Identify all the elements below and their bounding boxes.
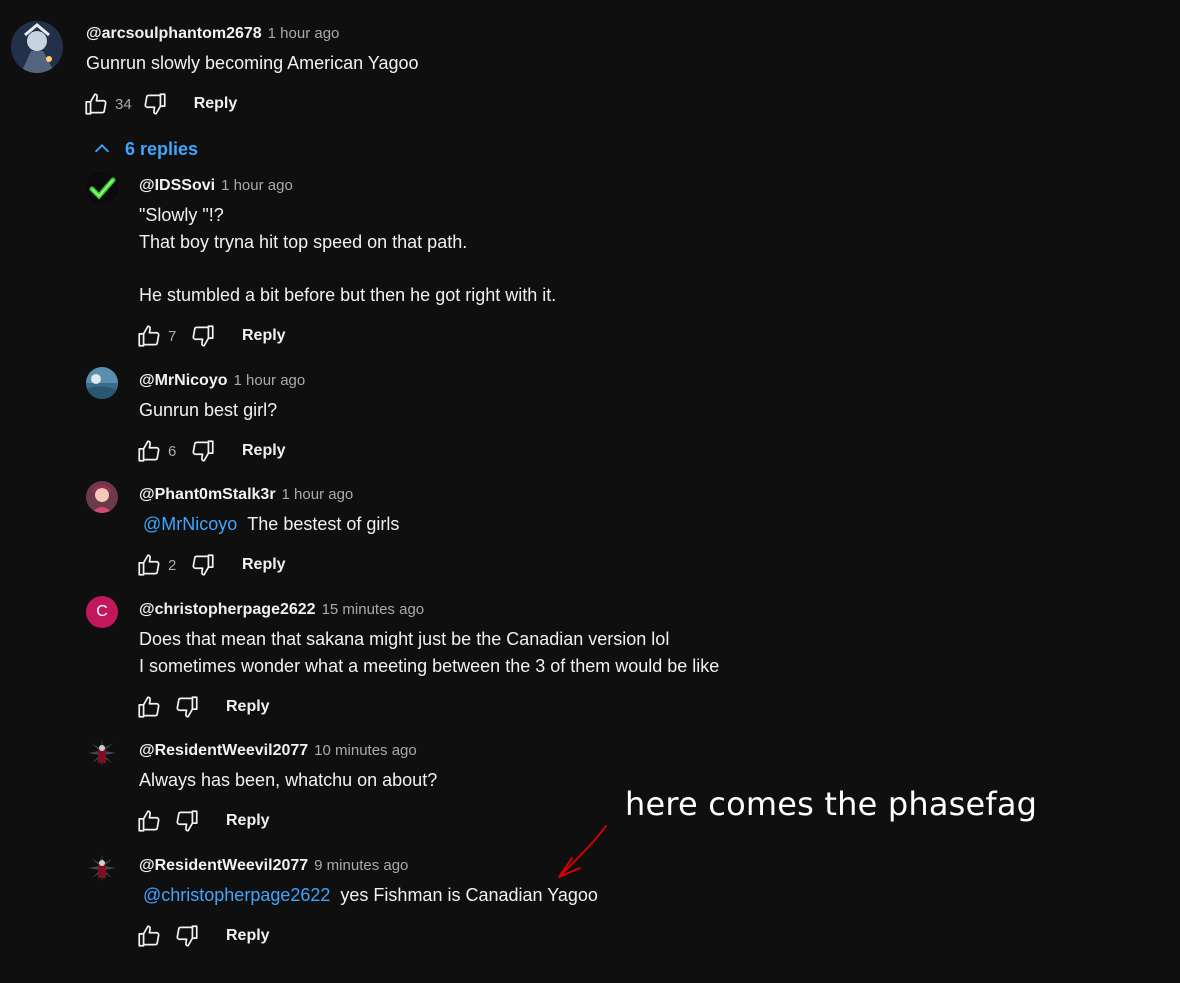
thumbs-up-icon [138,325,160,347]
comment-header: @christopherpage2622 15 minutes ago [139,600,424,620]
comment-actions: Reply [132,919,270,953]
thumbs-up-icon [138,696,160,718]
dislike-button[interactable] [138,87,172,121]
like-count: 34 [115,95,132,113]
comment-text: Always has been, whatchu on about? [139,767,437,794]
avatar[interactable] [86,481,118,513]
dislike-button[interactable] [186,319,220,353]
mention-link[interactable]: @christopherpage2622 [143,885,330,905]
comment-author[interactable]: @arcsoulphantom2678 [86,25,262,42]
comment-time[interactable]: 9 minutes ago [314,857,408,874]
comment-text: Gunrun slowly becoming American Yagoo [86,53,419,73]
comment-author[interactable]: @ResidentWeevil2077 [139,742,308,759]
comment-text: Gunrun best girl? [139,397,277,424]
avatar[interactable] [86,852,118,884]
reply-button[interactable]: Reply [226,698,270,716]
like-button[interactable] [132,804,166,838]
comment-time[interactable]: 10 minutes ago [314,742,417,759]
like-button[interactable] [79,87,113,121]
dislike-button[interactable] [170,690,204,724]
thumbs-down-icon [192,325,214,347]
comment-text: "Slowly "!? That boy tryna hit top speed… [139,202,556,308]
avatar[interactable]: C [86,596,118,628]
like-count: 6 [168,442,177,460]
comment-line-blank [139,255,556,282]
comment-header: @ResidentWeevil2077 10 minutes ago [139,741,417,761]
thumbs-down-icon [176,925,198,947]
comment-header: @IDSSovi 1 hour ago [139,176,293,196]
reply-button[interactable]: Reply [242,442,286,460]
comment-actions: 7 Reply [132,319,286,353]
dislike-button[interactable] [186,548,220,582]
thumbs-up-icon [138,554,160,576]
comment-line: The bestest of girls [247,514,400,534]
like-count: 2 [168,556,177,574]
comment-header: @arcsoulphantom2678 1 hour ago [86,24,339,44]
comment-time[interactable]: 1 hour ago [268,25,340,42]
like-button[interactable] [132,434,166,468]
comment-actions: Reply [132,690,270,724]
chevron-up-icon [94,144,110,153]
comment-header: @ResidentWeevil2077 9 minutes ago [139,856,408,876]
replies-toggle-button[interactable]: 6 replies [91,137,198,161]
comment-actions: Reply [132,804,270,838]
comment-header: @MrNicoyo 1 hour ago [139,371,305,391]
comment-author[interactable]: @christopherpage2622 [139,601,316,618]
comment-text: Does that mean that sakana might just be… [139,626,719,679]
dislike-button[interactable] [186,434,220,468]
reply-button[interactable]: Reply [242,327,286,345]
comment-line: "Slowly "!? [139,205,224,225]
thumbs-down-icon [176,810,198,832]
thumbs-down-icon [144,93,166,115]
mention-link[interactable]: @MrNicoyo [143,514,237,534]
dislike-button[interactable] [170,919,204,953]
like-count: 7 [168,327,177,345]
comment-author[interactable]: @MrNicoyo [139,372,228,389]
thumbs-up-icon [138,925,160,947]
replies-toggle-label: 6 replies [125,138,199,159]
comment-actions: 6 Reply [132,434,286,468]
like-button[interactable] [132,690,166,724]
reply-button[interactable]: Reply [242,556,286,574]
avatar[interactable] [86,737,118,769]
comment-actions: 2 Reply [132,548,286,582]
avatar[interactable] [86,172,118,204]
reply-button[interactable]: Reply [226,927,270,945]
comment-header: @Phant0mStalk3r 1 hour ago [139,485,353,505]
reply-button[interactable]: Reply [194,95,238,113]
comment-line: I sometimes wonder what a meeting betwee… [139,655,720,676]
like-button[interactable] [132,548,166,582]
comment-line: That boy tryna hit top speed on that pat… [139,231,468,252]
thumbs-up-icon [85,93,107,115]
comment-author[interactable]: @ResidentWeevil2077 [139,857,308,874]
thumbs-down-icon [192,554,214,576]
dislike-button[interactable] [170,804,204,838]
thumbs-up-icon [138,440,160,462]
avatar-letter: C [96,603,108,620]
reply-button[interactable]: Reply [226,812,270,830]
thumbs-up-icon [138,810,160,832]
comment-author[interactable]: @Phant0mStalk3r [139,486,276,503]
annotation-arrow-icon [558,825,607,878]
comment-line: Gunrun best girl? [139,400,278,420]
comment-line: Always has been, whatchu on about? [139,770,438,790]
comment-line: yes Fishman is Canadian Yagoo [340,885,598,905]
comment-time[interactable]: 15 minutes ago [322,601,425,618]
like-button[interactable] [132,319,166,353]
avatar[interactable] [86,367,118,399]
comment-time[interactable]: 1 hour ago [234,372,306,389]
thumbs-down-icon [192,440,214,462]
comment-time[interactable]: 1 hour ago [221,177,293,194]
comment-line: He stumbled a bit before but then he got… [139,284,557,305]
avatar[interactable] [11,21,63,73]
comment-text: @christopherpage2622 yes Fishman is Cana… [139,882,598,909]
thumbs-down-icon [176,696,198,718]
comment-line: Does that mean that sakana might just be… [139,629,670,649]
annotation-text: here comes the phasefag [625,785,1038,823]
like-button[interactable] [132,919,166,953]
comment-text: @MrNicoyo The bestest of girls [139,511,399,538]
comment-actions: 34 Reply [79,87,237,121]
comment-author[interactable]: @IDSSovi [139,177,215,194]
comment-time[interactable]: 1 hour ago [282,486,354,503]
